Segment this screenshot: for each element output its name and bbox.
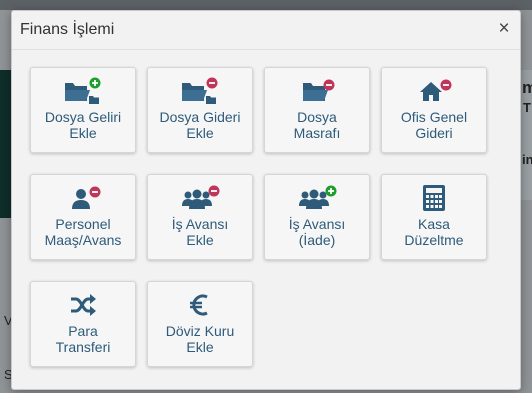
tile-personel-maas-avans[interactable]: Personel Maaş/Avans: [30, 174, 136, 260]
close-button[interactable]: ×: [494, 19, 514, 39]
tile-label-line1: Dosya Gideri: [159, 109, 241, 125]
tile-label-line1: Dosya: [297, 109, 337, 125]
tile-dosya-geliri-ekle[interactable]: Dosya Geliri Ekle: [30, 67, 136, 153]
tile-label-line2: Gideri: [415, 125, 453, 141]
tile-para-transferi[interactable]: Para Transferi: [30, 281, 136, 367]
tile-label-line2: Ekle: [186, 339, 214, 355]
tile-label-line1: Kasa: [418, 216, 450, 232]
folder-remove-icon: [265, 77, 369, 105]
tile-label-line2: Masrafı: [293, 125, 341, 141]
dialog-title: Finans İşlemi: [20, 21, 115, 38]
tile-label-line2: Ekle: [186, 232, 214, 248]
tile-label-line1: Ofis Genel: [400, 109, 468, 125]
tile-label-line2: Transferi: [55, 339, 111, 355]
background-text: T: [523, 100, 531, 115]
calculator-icon: [382, 184, 486, 212]
tile-dosya-masrafi[interactable]: Dosya Masrafı: [264, 67, 370, 153]
background-topbar: [0, 0, 532, 10]
tile-ofis-genel-gideri[interactable]: Ofis Genel Gideri: [381, 67, 487, 153]
tile-label-line1: İş Avansı: [171, 216, 229, 232]
tile-label-line2: Düzeltme: [404, 232, 464, 248]
user-remove-icon: [31, 184, 135, 212]
tile-label-line2: Ekle: [69, 125, 97, 141]
background-text: m: [522, 78, 532, 97]
tile-label-line1: Dosya Geliri: [44, 109, 122, 125]
shuffle-icon: [31, 291, 135, 319]
tile-label-line1: İş Avansı: [288, 216, 346, 232]
tile-dosya-gideri-ekle[interactable]: Dosya Gideri Ekle: [147, 67, 253, 153]
tile-label-line2: Ekle: [186, 125, 214, 141]
users-remove-icon: [148, 184, 252, 212]
tile-label-line1: Personel: [55, 216, 111, 232]
tile-is-avansi-ekle[interactable]: İş Avansı Ekle: [147, 174, 253, 260]
home-remove-icon: [382, 77, 486, 105]
tile-kasa-duzeltme[interactable]: Kasa Düzeltme: [381, 174, 487, 260]
euro-icon: [148, 291, 252, 319]
dialog-header: Finans İşlemi ×: [12, 11, 520, 50]
tile-label-line1: Para: [68, 323, 98, 339]
tile-label-line2: (İade): [298, 232, 336, 248]
tile-label-line1: Döviz Kuru: [165, 323, 235, 339]
tile-is-avansi-iade[interactable]: İş Avansı (İade): [264, 174, 370, 260]
background-text: in: [522, 152, 532, 167]
tile-label-line2: Maaş/Avans: [44, 232, 122, 248]
finance-dialog: Finans İşlemi × Dosya Geliri Ekle Dosya …: [11, 10, 521, 390]
folder-add-icon: [31, 77, 135, 105]
folder-remove-icon: [148, 77, 252, 105]
users-add-icon: [265, 184, 369, 212]
tile-doviz-kuru-ekle[interactable]: Döviz Kuru Ekle: [147, 281, 253, 367]
